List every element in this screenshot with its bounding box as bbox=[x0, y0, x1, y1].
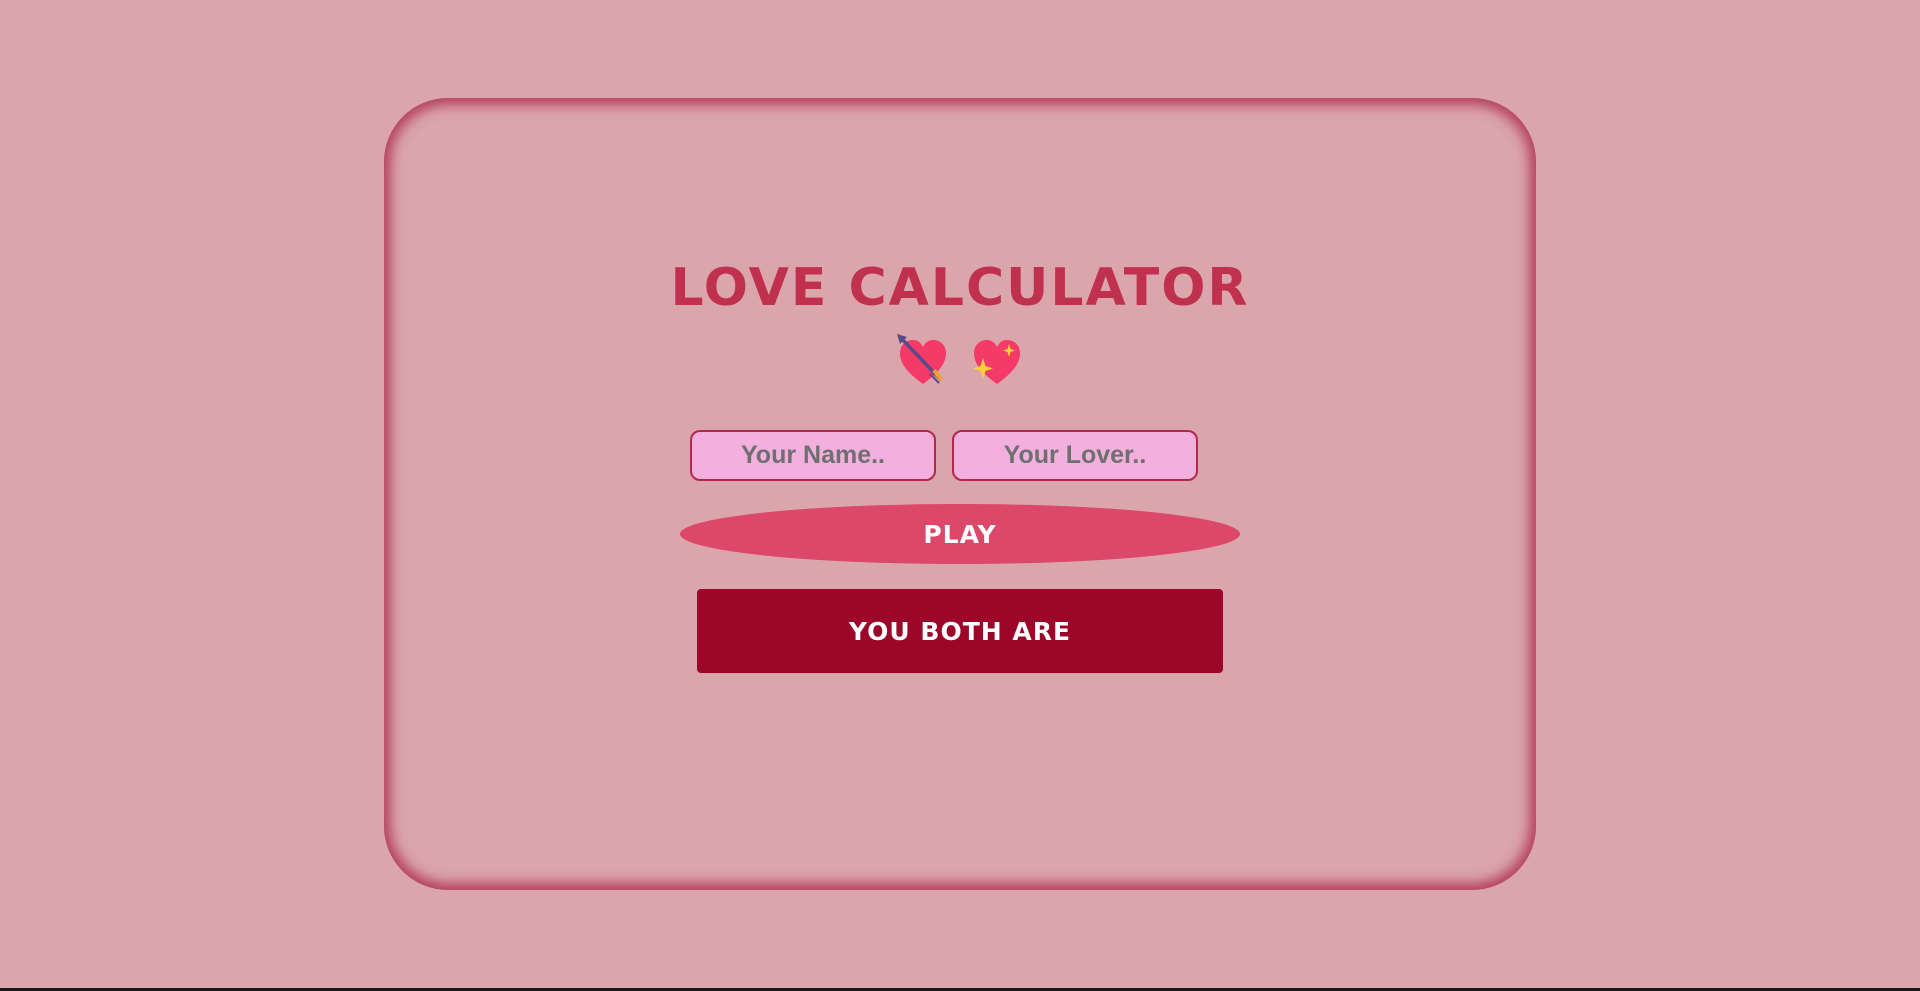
your-name-input[interactable] bbox=[690, 430, 936, 481]
heart-with-arrow-icon bbox=[895, 334, 951, 390]
sparkling-heart-icon bbox=[969, 334, 1025, 390]
result-box: YOU BOTH ARE bbox=[697, 589, 1223, 673]
page-title: LOVE CALCULATOR bbox=[670, 258, 1250, 318]
calculator-card: LOVE CALCULATOR PLAY YOU BOTH ARE bbox=[384, 98, 1536, 890]
name-inputs bbox=[690, 430, 1230, 486]
result-text: YOU BOTH ARE bbox=[848, 616, 1072, 646]
your-lover-input[interactable] bbox=[952, 430, 1198, 481]
play-button[interactable]: PLAY bbox=[680, 504, 1240, 564]
heart-emojis bbox=[384, 334, 1536, 390]
